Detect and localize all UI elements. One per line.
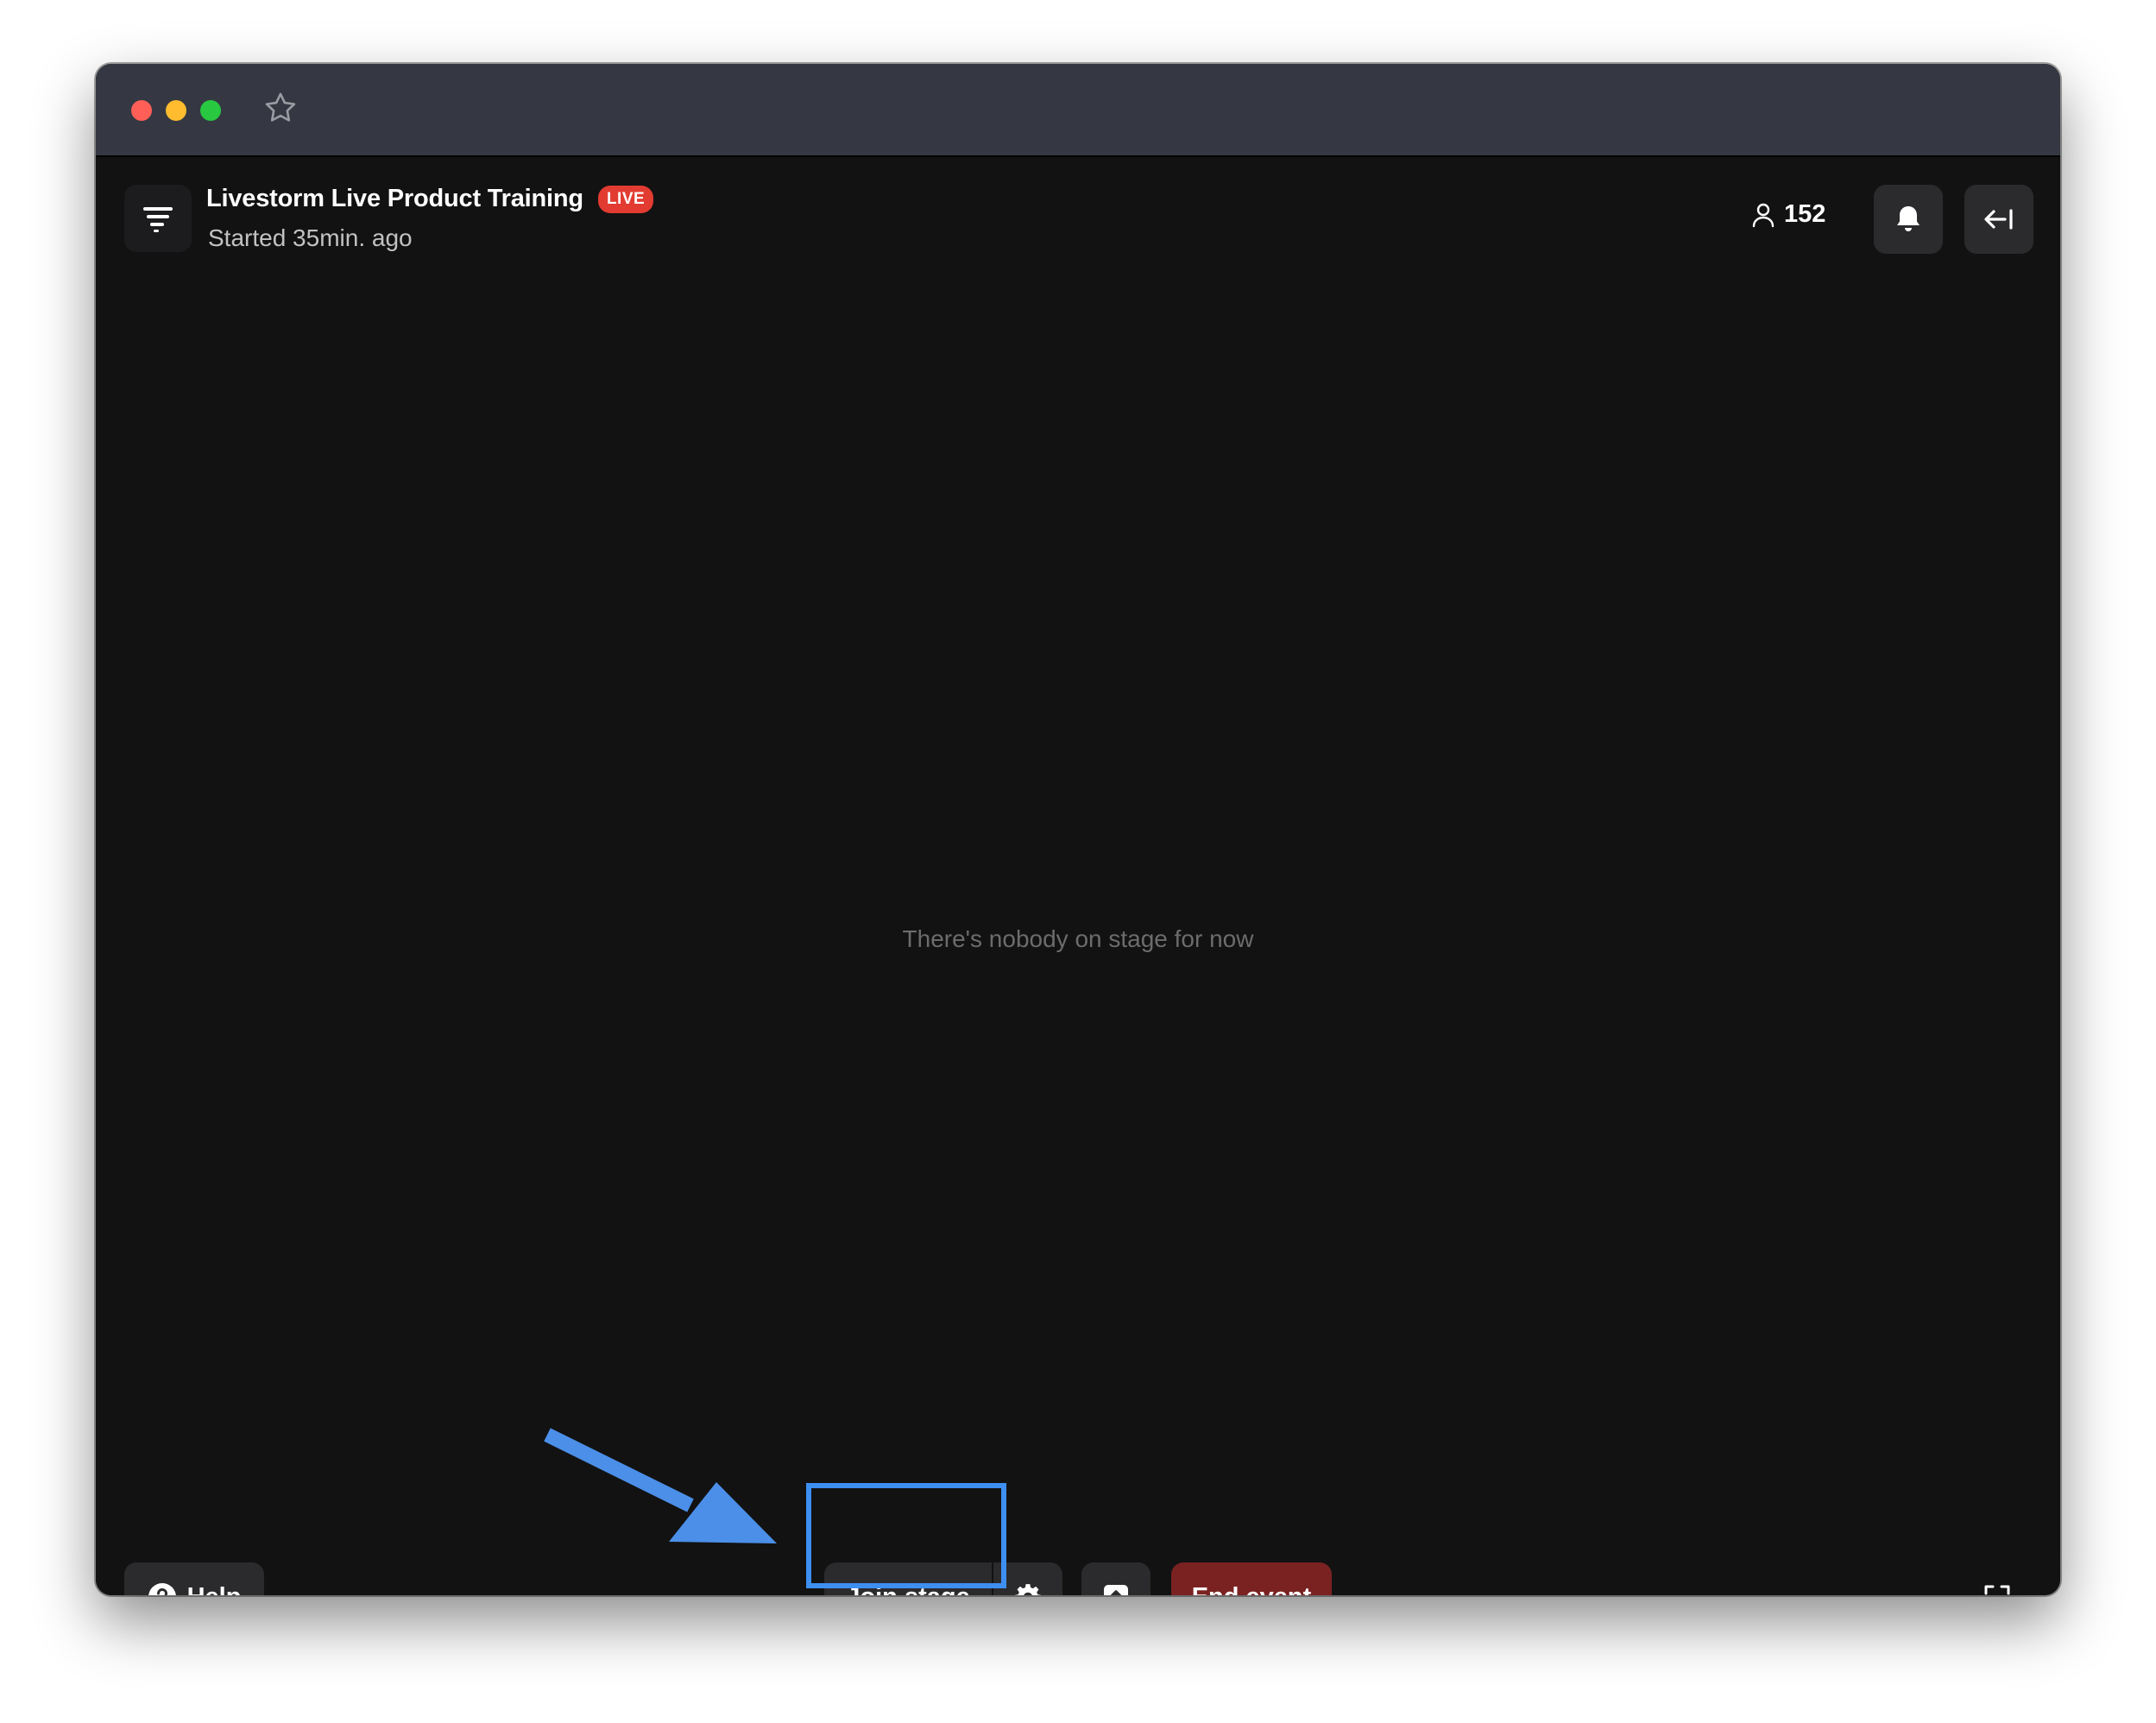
share-screen-icon — [1104, 1585, 1128, 1595]
settings-icon — [1014, 1584, 1042, 1595]
leave-room-button[interactable] — [1964, 185, 2033, 254]
join-stage-button[interactable]: Join stage — [824, 1562, 993, 1595]
exit-icon — [1984, 209, 2013, 230]
notifications-button[interactable] — [1874, 185, 1943, 254]
event-start-time: Started 35min. ago — [208, 224, 413, 251]
fullscreen-button[interactable] — [1965, 1566, 2029, 1595]
maximize-window-button[interactable] — [200, 100, 221, 121]
share-screen-button[interactable] — [1081, 1562, 1150, 1595]
user-icon — [1752, 203, 1775, 227]
help-label: Help — [187, 1583, 242, 1596]
bell-icon — [1897, 206, 1920, 231]
empty-stage-message: There's nobody on stage for now — [902, 925, 1254, 952]
live-badge: LIVE — [597, 185, 654, 213]
event-title: Livestorm Live Product Training — [206, 185, 583, 212]
device-settings-button[interactable] — [993, 1562, 1062, 1595]
event-title-row: Livestorm Live Product Training LIVE — [206, 185, 654, 213]
close-window-button[interactable] — [131, 100, 152, 121]
event-room: Livestorm Live Product Training LIVE Sta… — [96, 157, 2060, 1595]
help-button[interactable]: Help — [124, 1562, 264, 1595]
title-bar — [96, 64, 2060, 157]
annotation-arrow-icon — [544, 1428, 777, 1543]
fullscreen-icon — [1984, 1585, 2010, 1595]
minimize-window-button[interactable] — [166, 100, 186, 121]
attendee-count: 152 — [1784, 200, 1826, 228]
star-icon[interactable] — [262, 90, 299, 126]
menu-button[interactable] — [124, 185, 192, 252]
end-event-button[interactable]: End event — [1171, 1562, 1332, 1595]
attendee-counter[interactable]: 152 — [1751, 200, 1825, 229]
join-stage-group: Join stage — [824, 1562, 1062, 1595]
menu-icon — [143, 207, 173, 232]
app-window: Livestorm Live Product Training LIVE Sta… — [96, 64, 2060, 1595]
help-icon — [148, 1583, 176, 1595]
